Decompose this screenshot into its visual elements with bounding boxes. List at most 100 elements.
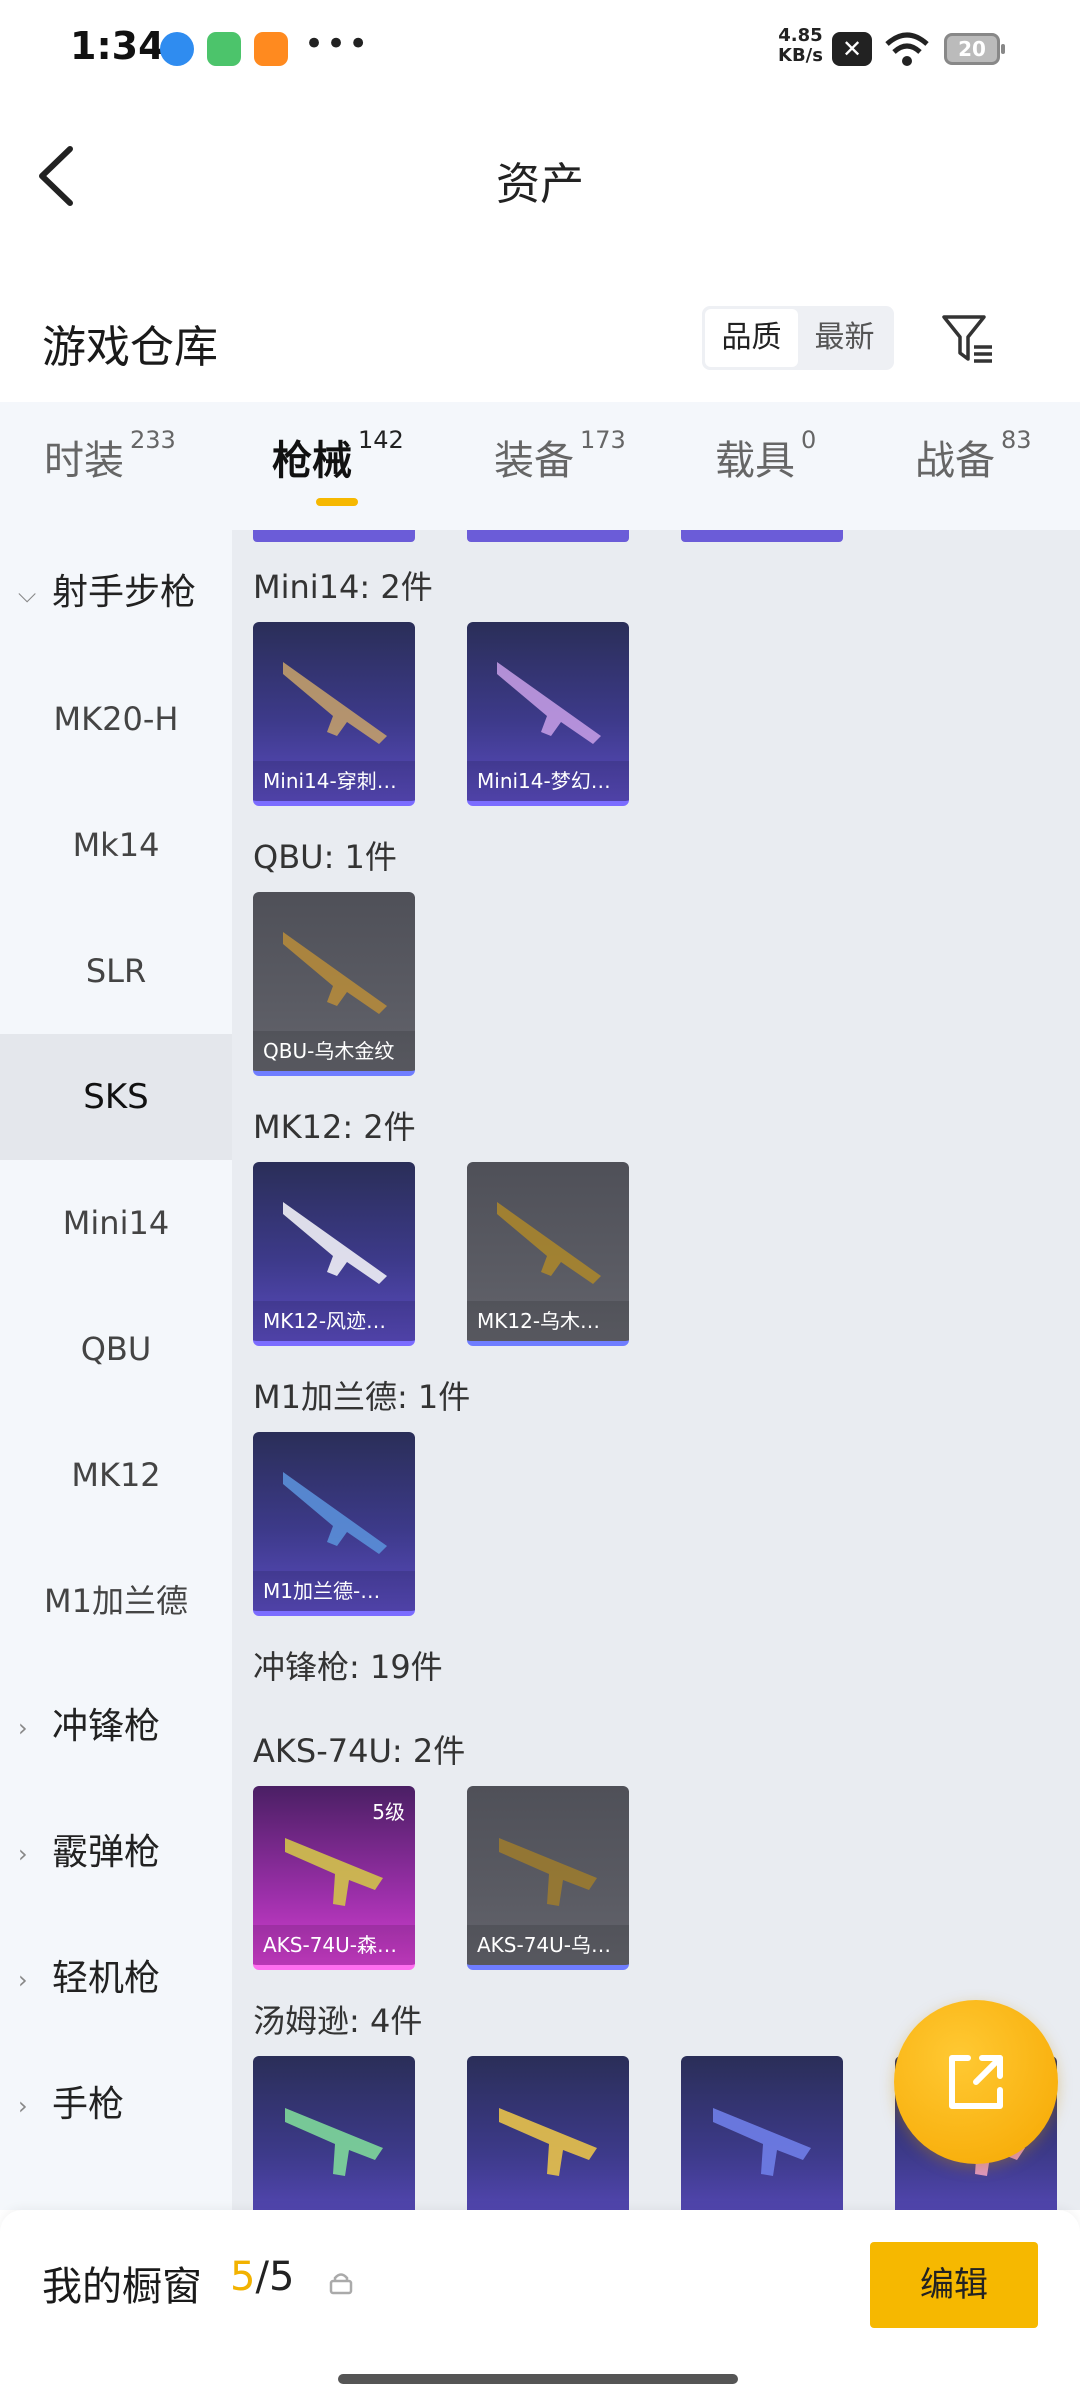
- tab-count: 0: [801, 426, 817, 454]
- weapon-level-badge: 5级: [372, 1800, 405, 1824]
- status-time: 1:34: [70, 24, 165, 68]
- card-stub: [467, 530, 629, 542]
- weapon-card-name: MK12-风迹…: [253, 1301, 415, 1341]
- tab-gear[interactable]: 战备 83: [915, 426, 1032, 486]
- weapon-card-name: Mini14-穿刺…: [253, 761, 415, 801]
- tab-weapons[interactable]: 枪械 142: [272, 426, 404, 486]
- status-bar: 1:34 ••• 4.85 KB/s ✕ 20: [0, 0, 1080, 100]
- group-label-aks74u: AKS-74U: 2件: [253, 1732, 466, 1770]
- showcase-count-total: 5: [268, 2254, 295, 2300]
- tool-app-icon: [207, 32, 241, 66]
- weapon-card[interactable]: [467, 2056, 629, 2210]
- external-link-icon: [949, 2055, 1003, 2109]
- sidebar-group-label: 霰弹枪: [52, 1832, 161, 1873]
- showcase-count: 5/5: [230, 2254, 294, 2300]
- weapon-card-name: AKS-74U-森…: [253, 1925, 415, 1965]
- tab-count: 83: [1001, 426, 1032, 454]
- weapon-card[interactable]: [253, 2056, 415, 2210]
- section-title: 游戏仓库: [42, 322, 218, 373]
- page-title: 资产: [496, 159, 584, 210]
- tab-fashion[interactable]: 时装 233: [44, 426, 176, 486]
- weapon-card[interactable]: QBU-乌木金纹: [253, 892, 415, 1076]
- weapon-card[interactable]: M1加兰德-…: [253, 1432, 415, 1616]
- sidebar-group-label: 射手步枪: [52, 572, 197, 613]
- group-label-mk12: MK12: 2件: [253, 1108, 416, 1146]
- weapon-card[interactable]: MK12-风迹…: [253, 1162, 415, 1346]
- edit-button[interactable]: 编辑: [870, 2242, 1038, 2328]
- rifle-icon: [283, 1472, 387, 1554]
- tab-label: 战备: [915, 438, 995, 484]
- tab-equipment[interactable]: 装备 173: [494, 426, 626, 486]
- weapon-card[interactable]: MK12-乌木…: [467, 1162, 629, 1346]
- chevron-right-icon: ›: [18, 1840, 28, 1868]
- top-nav: 资产: [0, 110, 1080, 240]
- sidebar-item-m1-garand[interactable]: M1加兰德: [0, 1538, 232, 1664]
- sort-by-quality-button[interactable]: 品质: [705, 309, 798, 367]
- sort-by-newest-button[interactable]: 最新: [798, 309, 891, 367]
- smg-icon: [499, 2108, 597, 2176]
- weapon-card[interactable]: [681, 2056, 843, 2210]
- sidebar-group-lmg[interactable]: › 轻机枪: [18, 1916, 160, 2042]
- sidebar-item-qbu[interactable]: QBU: [0, 1286, 232, 1412]
- more-notifications-icon: •••: [304, 24, 371, 64]
- wifi-icon: [885, 32, 929, 66]
- showcase-count-current: 5: [230, 2254, 256, 2300]
- rifle-icon: [283, 662, 387, 744]
- weapon-card[interactable]: AKS-74U-乌…: [467, 1786, 629, 1970]
- smg-icon: [713, 2108, 811, 2176]
- sidebar-group-smg[interactable]: › 冲锋枪: [18, 1664, 160, 1790]
- group-label-thompson: 汤姆逊: 4件: [253, 2002, 423, 2040]
- tab-count: 233: [130, 426, 176, 454]
- battery-icon: 20: [944, 33, 1005, 65]
- weapon-card[interactable]: Mini14-穿刺…: [253, 622, 415, 806]
- lock-icon: [329, 2273, 353, 2295]
- sidebar-group-pistol[interactable]: › 手枪: [18, 2042, 124, 2168]
- sidebar-group-label: 冲锋枪: [52, 1706, 161, 1747]
- sidebar-item-mini14[interactable]: Mini14: [0, 1160, 232, 1286]
- tab-count: 142: [358, 426, 404, 454]
- showcase-bar: 我的橱窗 5/5 编辑: [0, 2210, 1080, 2400]
- sidebar-item-mk20h[interactable]: MK20-H: [0, 656, 232, 782]
- network-speed-unit: KB/s: [778, 45, 823, 66]
- showcase-count-sep: /: [255, 2254, 269, 2300]
- sidebar-group-shotgun[interactable]: › 霰弹枪: [18, 1790, 160, 1916]
- network-speed-value: 4.85: [778, 25, 823, 46]
- group-label-smg: 冲锋枪: 19件: [253, 1648, 443, 1686]
- showcase-label: 我的橱窗: [42, 2264, 202, 2310]
- rifle-icon: [497, 1202, 601, 1284]
- weapon-card-name: M1加兰德-…: [253, 1571, 415, 1611]
- card-stub: [681, 530, 843, 542]
- smg-icon: [285, 2108, 383, 2176]
- rifle-icon: [283, 932, 387, 1014]
- card-stub: [253, 530, 415, 542]
- sort-toggle: 品质 最新: [702, 306, 894, 370]
- weapon-card-name: AKS-74U-乌…: [467, 1925, 629, 1965]
- weapon-card-name: MK12-乌木…: [467, 1301, 629, 1341]
- chevron-down-icon: ⌵: [18, 580, 37, 608]
- tab-vehicles[interactable]: 载具 0: [715, 426, 817, 486]
- tab-label: 装备: [494, 438, 574, 484]
- tab-count: 173: [580, 426, 626, 454]
- no-sim-icon: ✕: [832, 32, 872, 66]
- chevron-right-icon: ›: [18, 1966, 28, 1994]
- sidebar-item-mk12[interactable]: MK12: [0, 1412, 232, 1538]
- group-label-qbu: QBU: 1件: [253, 838, 397, 876]
- sidebar-group-marksman[interactable]: ⌵ 射手步枪: [18, 530, 196, 656]
- rifle-icon: [283, 1202, 387, 1284]
- sidebar-item-slr[interactable]: SLR: [0, 908, 232, 1034]
- chevron-right-icon: ›: [18, 2092, 28, 2120]
- weapon-card-name: Mini14-梦幻…: [467, 761, 629, 801]
- tab-label: 时装: [44, 438, 124, 484]
- weapon-card[interactable]: 5级 AKS-74U-森…: [253, 1786, 415, 1970]
- active-tab-indicator: [316, 498, 358, 506]
- shop-app-icon: [254, 32, 288, 66]
- filter-icon[interactable]: [940, 311, 996, 367]
- sidebar-item-sks[interactable]: SKS: [0, 1034, 232, 1160]
- network-speed: 4.85 KB/s: [778, 26, 823, 66]
- weapon-card[interactable]: Mini14-梦幻…: [467, 622, 629, 806]
- share-fab-button[interactable]: [894, 2000, 1058, 2164]
- sidebar-item-mk14[interactable]: Mk14: [0, 782, 232, 908]
- weapon-card-name: QBU-乌木金纹: [253, 1031, 415, 1071]
- weapon-grid: Mini14: 2件 Mini14-穿刺… Mini14-梦幻… QBU: 1件…: [232, 530, 1080, 2210]
- home-indicator[interactable]: [338, 2374, 738, 2384]
